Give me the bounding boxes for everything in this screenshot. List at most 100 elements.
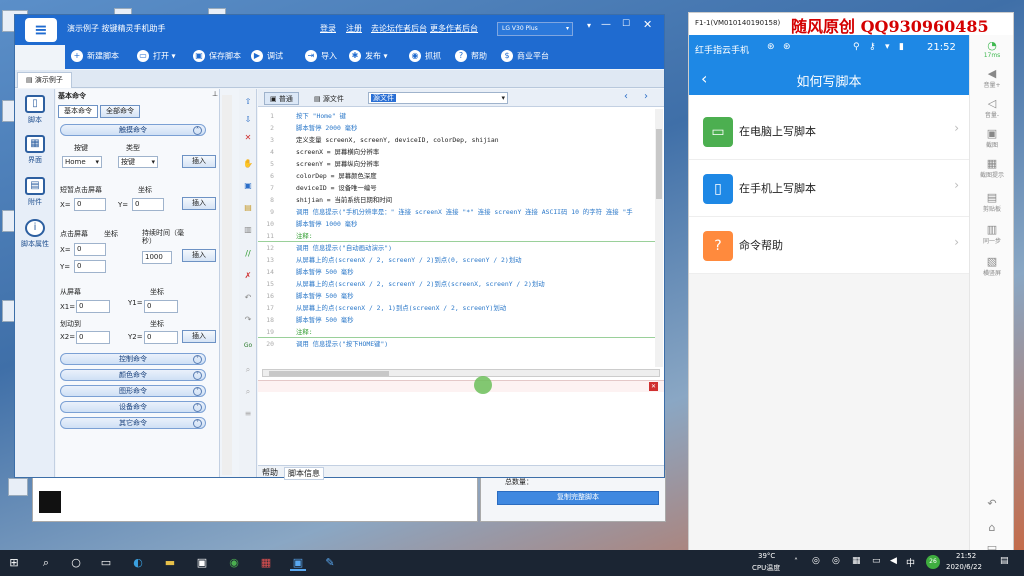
home-icon[interactable]: ⌂ [980,521,1004,534]
press-y-input[interactable]: 0 [74,260,106,273]
nav-ui[interactable]: ▦ 界面 [19,135,51,165]
prev-arrow-icon[interactable]: ‹ [624,91,628,102]
editor-vertical-scrollbar[interactable] [655,109,663,367]
list-item-write-on-phone[interactable]: ▯ 在手机上写脚本 › [689,160,969,217]
clipboard-icon[interactable]: ▤ 剪贴板 [980,191,1004,213]
code-area[interactable]: 1 按下 "Home" 键 2 脚本暂停 2000 毫秒 3 定义变量 screenX… [258,108,664,370]
minimize-icon[interactable]: — [601,19,611,30]
insert-press-button[interactable]: 插入 [182,249,216,262]
settings-icon[interactable]: ▾ [587,21,591,30]
tray-app-icon[interactable]: ◎ [812,556,820,566]
uncomment-icon[interactable]: ✗ [243,271,253,281]
tab-basic-commands[interactable]: 基本命令 [58,105,98,118]
move-up-icon[interactable]: ⇧ [243,97,253,107]
import-button[interactable]: ⇥ 导入 [305,50,337,62]
screenshot-icon[interactable]: ▣ 截图 [980,127,1004,149]
taskview-icon[interactable]: ▭ [98,555,114,571]
open-button[interactable]: ▭ 打开 ▾ [137,50,176,62]
more-author-link[interactable]: 更多作者后台 [430,23,478,34]
tray-app-icon[interactable]: ▦ [852,556,861,566]
redo-icon[interactable]: ↷ [243,315,253,325]
section-touch-commands[interactable]: 触摸命令 ˄ [60,124,206,136]
comment-icon[interactable]: // [243,249,253,259]
editor-horizontal-scrollbar[interactable] [262,369,660,377]
panel-scrollbar[interactable] [222,95,232,475]
cut-icon[interactable]: ▥ [243,225,253,235]
maximize-icon[interactable]: ☐ [622,19,630,29]
replace-icon[interactable]: ⌕ [243,387,253,397]
screenshot-tip-icon[interactable]: ▦ 截图提示 [980,157,1004,179]
list-item-command-help[interactable]: ? 命令帮助 › [689,217,969,274]
swipe-x1-input[interactable]: 0 [76,300,110,313]
nav-attachment[interactable]: ▤ 附件 [19,177,51,207]
tab-all-commands[interactable]: 全部命令 [100,105,140,118]
nav-script-properties[interactable]: i 脚本属性 [19,219,51,249]
capture-button[interactable]: ◉ 抓抓 [409,50,441,62]
goto-icon[interactable]: Go [243,341,253,351]
undo-icon[interactable]: ↶ [243,293,253,303]
network-icon[interactable]: ▭ [872,556,881,566]
press-x-input[interactable]: 0 [74,243,106,256]
tab-normal-view[interactable]: ▣ 普通 [264,92,299,105]
login-link[interactable]: 登录 [320,23,336,34]
app-icon[interactable]: ▦ [258,555,274,571]
swipe-y2-input[interactable]: 0 [144,331,178,344]
insert-swipe-button[interactable]: 插入 [182,330,216,343]
section-other-commands[interactable]: 其它命令 ˅ [60,417,206,429]
rotate-icon[interactable]: ▧ 横竖屏 [980,255,1004,277]
app-icon[interactable]: ◉ [226,555,242,571]
pin-icon[interactable]: ⊥ [212,90,218,98]
app-icon[interactable]: ✎ [322,555,338,571]
insert-key-button[interactable]: 插入 [182,155,216,168]
new-script-button[interactable]: + 新建脚本 [71,50,119,62]
help-tab[interactable]: 帮助 [262,467,278,478]
tray-chevron-icon[interactable]: ˄ [794,557,798,566]
format-icon[interactable]: ≡ [243,409,253,419]
section-control-commands[interactable]: 控制命令 ˅ [60,353,206,365]
publish-button[interactable]: ✱ 发布 ▾ [349,50,388,62]
duration-input[interactable]: 1000 [142,251,172,264]
business-platform-button[interactable]: $ 商业平台 [501,50,549,62]
tap-x-input[interactable]: 0 [74,198,106,211]
task-view-icon[interactable]: ○ [68,555,84,571]
file-explorer-icon[interactable]: ▬ [162,555,178,571]
search-icon[interactable]: ⌕ [38,555,54,571]
close-icon[interactable]: ✕ [643,18,652,31]
tab-source-view[interactable]: ▤ 源文件 [308,92,350,105]
paste-icon[interactable]: ▣ [243,181,253,191]
volume-down-icon[interactable]: ◁ 音量- [980,97,1004,119]
section-color-commands[interactable]: 颜色命令 ˅ [60,369,206,381]
scroll-thumb[interactable] [656,129,662,199]
swipe-y1-input[interactable]: 0 [144,300,178,313]
help-button[interactable]: ? 帮助 [455,50,487,62]
tap-y-input[interactable]: 0 [132,198,164,211]
back-icon[interactable]: ↶ [980,497,1004,510]
delete-icon[interactable]: ✕ [243,133,253,143]
section-graphic-commands[interactable]: 图形命令 ˅ [60,385,206,397]
section-device-commands[interactable]: 设备命令 ˅ [60,401,206,413]
next-arrow-icon[interactable]: › [644,91,648,102]
scroll-thumb[interactable] [269,371,389,376]
type-select[interactable]: 按键 [118,156,158,168]
nav-script[interactable]: ▯ 脚本 [19,95,51,125]
ime-icon[interactable]: 中 [906,556,915,569]
store-icon[interactable]: ▣ [194,555,210,571]
move-down-icon[interactable]: ⇩ [243,115,253,125]
list-item-write-on-pc[interactable]: ▭ 在电脑上写脚本 › [689,103,969,160]
swipe-x2-input[interactable]: 0 [76,331,110,344]
document-tab[interactable]: ▤ 演示例子 [17,72,72,88]
start-icon[interactable]: ⊞ [6,555,22,571]
insert-tap-button[interactable]: 插入 [182,197,216,210]
script-info-tab[interactable]: 脚本信息 [284,467,324,480]
close-error-icon[interactable]: ✕ [649,382,658,391]
copy-full-script-button[interactable]: 复制完整脚本 [497,491,659,505]
sync-step-icon[interactable]: ▥ 同一步 [980,223,1004,245]
notification-badge[interactable]: 26 [926,555,940,569]
edge-icon[interactable]: ◐ [130,555,146,571]
key-select[interactable]: Home [62,156,102,168]
tray-app-icon[interactable]: ◎ [832,556,840,566]
button-wizard-icon[interactable]: ▣ [290,555,306,571]
save-script-button[interactable]: ▣ 保存脚本 [193,50,241,62]
source-dropdown[interactable]: 源文件 [368,92,508,104]
device-select[interactable]: LG V30 Plus ▾ [497,22,573,36]
